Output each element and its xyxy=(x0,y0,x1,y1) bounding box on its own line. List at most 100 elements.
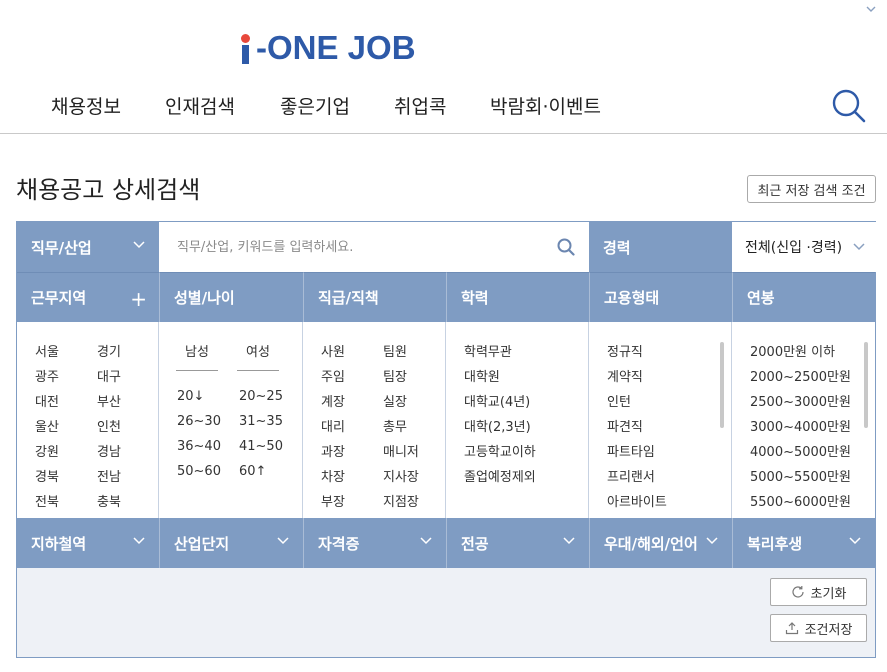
logo-i-mark xyxy=(240,32,252,64)
nav-item-good-companies[interactable]: 좋은기업 xyxy=(280,92,350,119)
position-option[interactable]: 총무 xyxy=(383,418,445,437)
search-icon[interactable] xyxy=(557,238,575,256)
salary-options: 2000만원 이하 2000~2500만원 2500~3000만원 3000~4… xyxy=(732,322,875,518)
position-options: 사원 팀원 주임 팀장 계장 실장 대리 총무 과장 매니저 차장 지사장 부장… xyxy=(303,322,446,518)
welfare-label: 복리후생 xyxy=(747,534,803,553)
employment-option[interactable]: 파트타임 xyxy=(607,443,667,462)
employment-options: 정규직 계약직 인턴 파견직 파트타임 프리랜서 아르바이트 xyxy=(589,322,732,518)
chevron-down-icon xyxy=(133,537,145,545)
position-option[interactable]: 지사장 xyxy=(383,468,445,487)
region-option[interactable]: 전남 xyxy=(97,468,158,487)
position-option[interactable]: 대리 xyxy=(321,418,383,437)
education-option[interactable]: 고등학교이하 xyxy=(464,443,536,462)
employment-option[interactable]: 프리랜서 xyxy=(607,468,667,487)
certificate-dropdown[interactable]: 자격증 xyxy=(303,518,446,568)
logo-text: -ONE JOB xyxy=(256,29,416,66)
employment-label: 고용형태 xyxy=(604,289,660,307)
salary-option[interactable]: 2000~2500만원 xyxy=(750,368,851,387)
preference-language-dropdown[interactable]: 우대/해외/언어 xyxy=(589,518,732,568)
region-option[interactable]: 전북 xyxy=(35,493,97,512)
position-option[interactable]: 계장 xyxy=(321,393,383,412)
education-option[interactable]: 대학원 xyxy=(464,368,536,387)
add-region-icon[interactable]: + xyxy=(130,287,147,311)
career-select[interactable]: 전체(신입 ·경력) xyxy=(732,222,877,272)
education-option[interactable]: 학력무관 xyxy=(464,343,536,362)
position-option[interactable]: 팀원 xyxy=(383,343,445,362)
major-dropdown[interactable]: 전공 xyxy=(446,518,589,568)
employment-option[interactable]: 파견직 xyxy=(607,418,667,437)
chevron-down-icon xyxy=(849,537,861,545)
region-option[interactable]: 서울 xyxy=(35,343,97,362)
job-industry-dropdown[interactable]: 직무/산업 xyxy=(17,222,159,272)
salary-option[interactable]: 5500~6000만원 xyxy=(750,493,851,512)
employment-option[interactable]: 정규직 xyxy=(607,343,667,362)
region-option[interactable]: 인천 xyxy=(97,418,158,437)
chevron-down-icon[interactable] xyxy=(865,4,877,14)
employment-option[interactable]: 인턴 xyxy=(607,393,667,412)
age-option[interactable]: 20↓ xyxy=(177,387,239,406)
region-option[interactable]: 광주 xyxy=(35,368,97,387)
region-option[interactable]: 강원 xyxy=(35,443,97,462)
position-option[interactable]: 매니저 xyxy=(383,443,445,462)
region-option[interactable]: 부산 xyxy=(97,393,158,412)
region-option[interactable]: 경남 xyxy=(97,443,158,462)
industrial-complex-dropdown[interactable]: 산업단지 xyxy=(159,518,303,568)
preference-language-label: 우대/해외/언어 xyxy=(604,534,698,553)
nav-item-job-info[interactable]: 채용정보 xyxy=(51,92,121,119)
search-icon[interactable] xyxy=(831,88,867,124)
education-option[interactable]: 대학(2,3년) xyxy=(464,418,536,437)
region-option[interactable]: 경기 xyxy=(97,343,158,362)
age-option[interactable]: 60↑ xyxy=(239,462,301,481)
age-option[interactable]: 36~40 xyxy=(177,437,239,456)
region-option[interactable]: 경북 xyxy=(35,468,97,487)
job-industry-label: 직무/산업 xyxy=(31,238,92,257)
site-logo[interactable]: -ONE JOB xyxy=(240,28,416,64)
career-label: 경력 xyxy=(603,238,631,257)
position-option[interactable]: 주임 xyxy=(321,368,383,387)
position-option[interactable]: 사원 xyxy=(321,343,383,362)
salary-option[interactable]: 3000~4000만원 xyxy=(750,418,851,437)
gender-male-option[interactable]: 남성 xyxy=(176,341,218,360)
save-conditions-button[interactable]: 조건저장 xyxy=(770,614,867,642)
upload-icon xyxy=(785,622,798,635)
employment-option[interactable]: 아르바이트 xyxy=(607,493,667,512)
position-option[interactable]: 부장 xyxy=(321,493,383,512)
employment-scrollbar[interactable] xyxy=(720,342,724,428)
gender-female-option[interactable]: 여성 xyxy=(237,341,279,360)
age-option[interactable]: 20~25 xyxy=(239,387,301,406)
chevron-down-icon xyxy=(706,537,718,545)
position-option[interactable]: 차장 xyxy=(321,468,383,487)
global-nav: 채용정보 인재검색 좋은기업 취업콕 박람회·이벤트 xyxy=(0,80,887,134)
position-option[interactable]: 지점장 xyxy=(383,493,445,512)
employment-header: 고용형태 xyxy=(589,272,732,322)
age-option[interactable]: 50~60 xyxy=(177,462,239,481)
keyword-input[interactable] xyxy=(177,239,537,255)
position-option[interactable]: 팀장 xyxy=(383,368,445,387)
education-option[interactable]: 졸업예정제외 xyxy=(464,468,536,487)
salary-scrollbar[interactable] xyxy=(864,342,868,428)
education-option[interactable]: 대학교(4년) xyxy=(464,393,536,412)
saved-search-conditions-button[interactable]: 최근 저장 검색 조건 xyxy=(747,175,876,203)
subway-dropdown[interactable]: 지하철역 xyxy=(17,518,159,568)
nav-item-fair-events[interactable]: 박람회·이벤트 xyxy=(490,92,601,119)
nav-item-talent-search[interactable]: 인재검색 xyxy=(165,92,235,119)
save-conditions-label: 조건저장 xyxy=(804,622,853,638)
salary-option[interactable]: 4000~5000만원 xyxy=(750,443,851,462)
region-option[interactable]: 대전 xyxy=(35,393,97,412)
nav-item-employment-tips[interactable]: 취업콕 xyxy=(394,92,446,119)
salary-option[interactable]: 5000~5500만원 xyxy=(750,468,851,487)
age-option[interactable]: 41~50 xyxy=(239,437,301,456)
reset-button[interactable]: 초기화 xyxy=(770,578,867,606)
employment-option[interactable]: 계약직 xyxy=(607,368,667,387)
region-option[interactable]: 충북 xyxy=(97,493,158,512)
age-option[interactable]: 31~35 xyxy=(239,412,301,431)
salary-option[interactable]: 2500~3000만원 xyxy=(750,393,851,412)
region-option[interactable]: 울산 xyxy=(35,418,97,437)
age-option[interactable]: 26~30 xyxy=(177,412,239,431)
region-header: 근무지역 + xyxy=(17,272,159,322)
welfare-dropdown[interactable]: 복리후생 xyxy=(732,518,875,568)
salary-option[interactable]: 2000만원 이하 xyxy=(750,343,851,362)
position-option[interactable]: 실장 xyxy=(383,393,445,412)
region-option[interactable]: 대구 xyxy=(97,368,158,387)
position-option[interactable]: 과장 xyxy=(321,443,383,462)
